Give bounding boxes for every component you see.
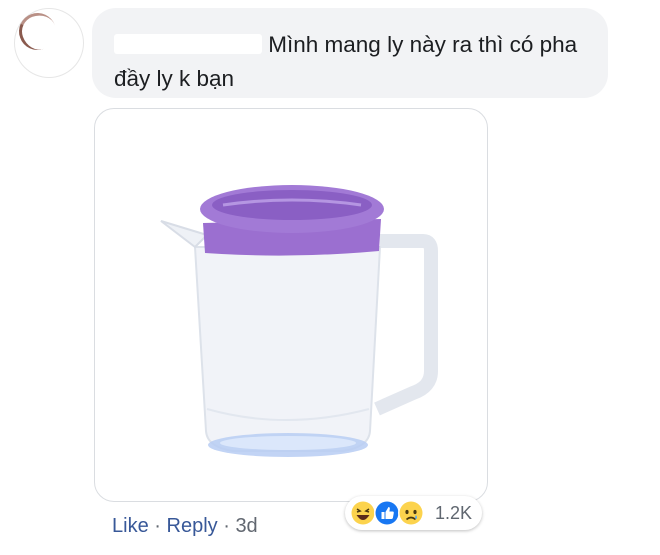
comment-bubble: Mình mang ly này ra thì có pha đầy ly k …	[92, 8, 608, 98]
comment-photo-attachment[interactable]	[94, 108, 488, 502]
plastic-pitcher-icon	[160, 185, 438, 457]
redacted-commenter-name[interactable]	[114, 34, 262, 55]
action-separator: ·	[223, 515, 230, 537]
comment-actions: Like · Reply · 3d	[112, 512, 258, 540]
commenter-avatar[interactable]	[14, 8, 84, 78]
action-separator: ·	[154, 515, 161, 537]
sad-icon	[398, 500, 424, 526]
comment-text: Mình mang ly này ra thì có pha đầy ly k …	[114, 28, 584, 96]
comment-time[interactable]: 3d	[235, 515, 257, 537]
reply-link[interactable]: Reply	[167, 515, 218, 537]
like-link[interactable]: Like	[112, 515, 149, 537]
reaction-count: 1.2K	[435, 502, 473, 523]
reactions-summary[interactable]: 1.2K	[345, 496, 483, 530]
